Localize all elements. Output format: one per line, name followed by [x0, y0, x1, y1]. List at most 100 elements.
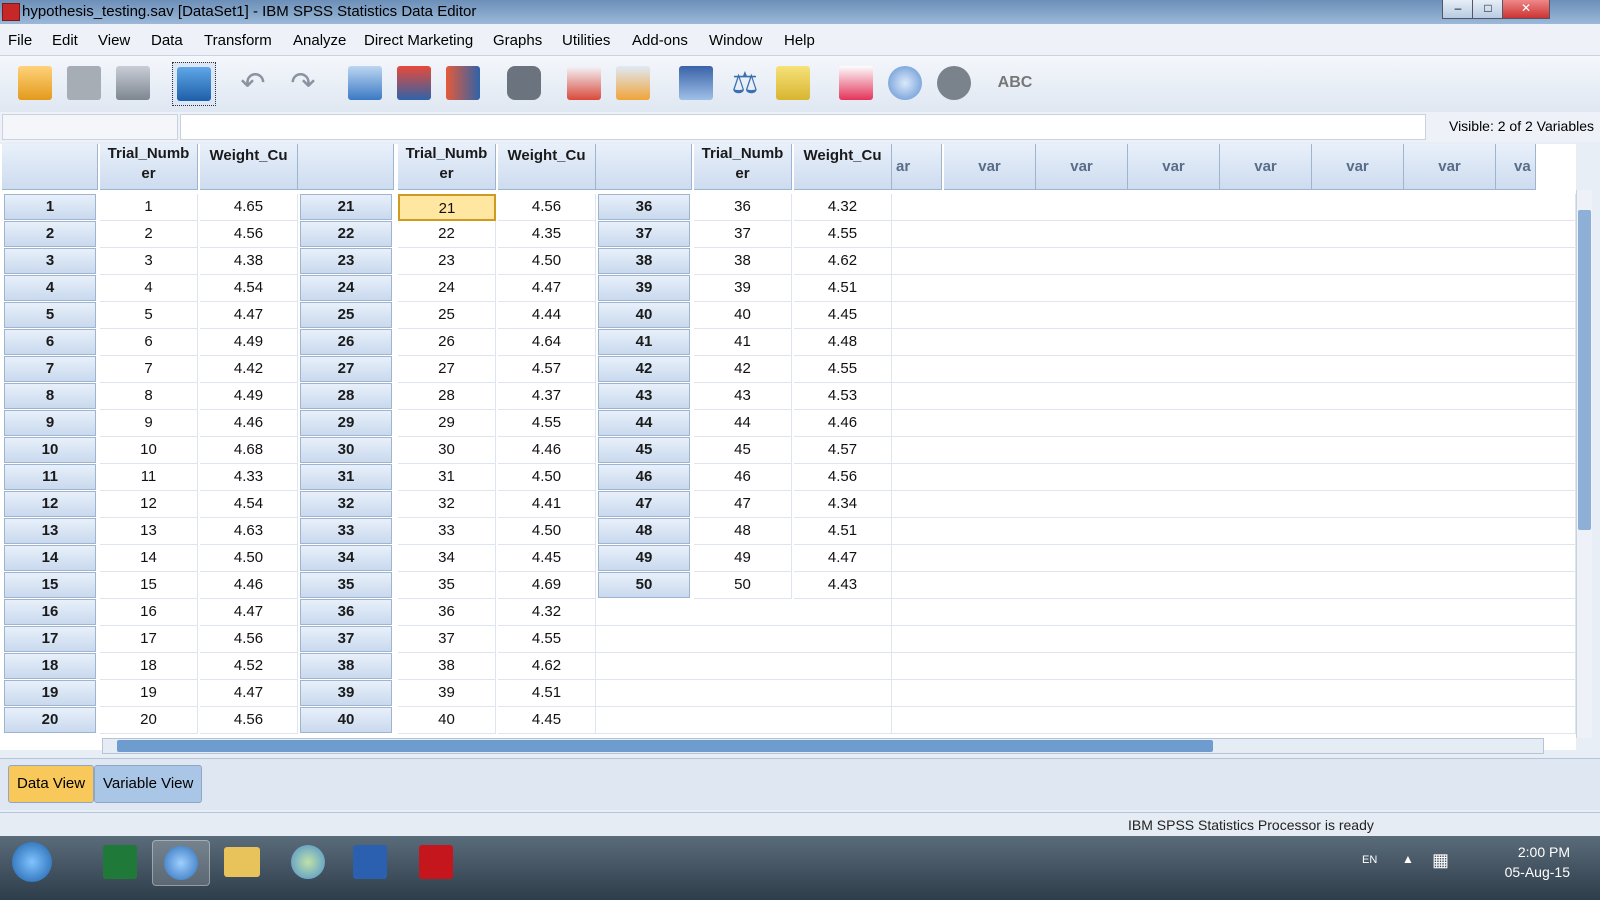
data-cell-trial-number[interactable]: 9: [100, 410, 198, 437]
data-cell-trial-number[interactable]: 7: [100, 356, 198, 383]
language-indicator[interactable]: EN: [1362, 854, 1377, 866]
data-cell-trial-number[interactable]: 15: [100, 572, 198, 599]
data-cell-trial-number[interactable]: 33: [398, 518, 496, 545]
data-cell-trial-number[interactable]: 30: [398, 437, 496, 464]
empty-cell[interactable]: [892, 518, 1576, 545]
row-header[interactable]: 25: [300, 302, 392, 328]
empty-cell[interactable]: [892, 491, 1576, 518]
data-cell-trial-number[interactable]: 44: [694, 410, 792, 437]
row-header[interactable]: 13: [4, 518, 96, 544]
empty-cell[interactable]: [892, 248, 1576, 275]
save-icon[interactable]: [63, 62, 105, 104]
row-header[interactable]: 17: [4, 626, 96, 652]
row-header[interactable]: 5: [4, 302, 96, 328]
data-cell-weight[interactable]: 4.62: [498, 653, 596, 680]
row-header[interactable]: 28: [300, 383, 392, 409]
row-header[interactable]: 18: [4, 653, 96, 679]
row-header[interactable]: 22: [300, 221, 392, 247]
data-cell-trial-number[interactable]: 31: [398, 464, 496, 491]
empty-cell[interactable]: [892, 302, 1576, 329]
column-header-var[interactable]: var: [1036, 144, 1128, 190]
data-cell-weight[interactable]: 4.46: [498, 437, 596, 464]
row-header[interactable]: 3: [4, 248, 96, 274]
network-icon[interactable]: ▦: [1432, 850, 1449, 871]
data-cell-weight[interactable]: 4.64: [498, 329, 596, 356]
row-header[interactable]: 7: [4, 356, 96, 382]
row-header[interactable]: 27: [300, 356, 392, 382]
row-header[interactable]: 11: [4, 464, 96, 490]
menu-file[interactable]: File: [8, 32, 32, 49]
column-header-weight[interactable]: Weight_Cu: [498, 144, 596, 190]
menu-data[interactable]: Data: [151, 32, 183, 49]
spell-check-icon[interactable]: ABC: [994, 62, 1036, 104]
column-header-var[interactable]: var: [1220, 144, 1312, 190]
data-cell-weight[interactable]: 4.32: [794, 194, 892, 221]
column-header-trial-number[interactable]: Trial_Numb er: [694, 144, 792, 190]
data-cell-trial-number[interactable]: 39: [398, 680, 496, 707]
empty-cell[interactable]: [892, 572, 1576, 599]
data-cell-weight[interactable]: 4.57: [794, 437, 892, 464]
empty-cell[interactable]: [892, 653, 1576, 680]
word-icon[interactable]: [342, 840, 398, 884]
empty-cell[interactable]: [596, 653, 892, 680]
row-header[interactable]: 6: [4, 329, 96, 355]
data-cell-weight[interactable]: 4.54: [200, 275, 298, 302]
split-file-icon[interactable]: [675, 62, 717, 104]
row-header[interactable]: 43: [598, 383, 690, 409]
row-header[interactable]: 33: [300, 518, 392, 544]
column-header-var[interactable]: var: [1404, 144, 1496, 190]
data-cell-trial-number[interactable]: 37: [694, 221, 792, 248]
data-cell-weight[interactable]: 4.50: [498, 518, 596, 545]
data-cell-weight[interactable]: 4.50: [498, 248, 596, 275]
data-cell-trial-number[interactable]: 35: [398, 572, 496, 599]
empty-cell[interactable]: [892, 626, 1576, 653]
row-header[interactable]: 15: [4, 572, 96, 598]
data-cell-trial-number[interactable]: 16: [100, 599, 198, 626]
insert-cases-icon[interactable]: [563, 62, 605, 104]
data-cell-trial-number[interactable]: 22: [398, 221, 496, 248]
row-header[interactable]: 40: [300, 707, 392, 733]
data-cell-trial-number[interactable]: 48: [694, 518, 792, 545]
data-cell-weight[interactable]: 4.33: [200, 464, 298, 491]
data-cell-trial-number[interactable]: 50: [694, 572, 792, 599]
data-cell-trial-number[interactable]: 28: [398, 383, 496, 410]
cell-editor-input[interactable]: [180, 114, 1426, 140]
vertical-scroll-thumb[interactable]: [1578, 210, 1591, 530]
data-cell-weight[interactable]: 4.49: [200, 329, 298, 356]
empty-cell[interactable]: [892, 275, 1576, 302]
row-header[interactable]: 1: [4, 194, 96, 220]
empty-cell[interactable]: [892, 221, 1576, 248]
menu-analyze[interactable]: Analyze: [293, 32, 346, 49]
data-cell-weight[interactable]: 4.51: [794, 518, 892, 545]
data-cell-weight[interactable]: 4.47: [200, 680, 298, 707]
data-cell-trial-number[interactable]: 25: [398, 302, 496, 329]
data-cell-trial-number[interactable]: 38: [398, 653, 496, 680]
row-header[interactable]: 14: [4, 545, 96, 571]
horizontal-scrollbar[interactable]: [102, 738, 1544, 754]
data-cell-trial-number[interactable]: 34: [398, 545, 496, 572]
horizontal-scroll-thumb[interactable]: [117, 740, 1213, 752]
column-header-var[interactable]: var: [1128, 144, 1220, 190]
show-all-variables-icon[interactable]: [933, 62, 975, 104]
data-cell-trial-number[interactable]: 11: [100, 464, 198, 491]
data-cell-weight[interactable]: 4.56: [200, 626, 298, 653]
data-cell-weight[interactable]: 4.47: [498, 275, 596, 302]
row-header[interactable]: 2: [4, 221, 96, 247]
data-cell-weight[interactable]: 4.63: [200, 518, 298, 545]
menu-transform[interactable]: Transform: [204, 32, 272, 49]
menu-add-ons[interactable]: Add-ons: [632, 32, 688, 49]
column-header-var[interactable]: var: [944, 144, 1036, 190]
select-cases-icon[interactable]: [772, 62, 814, 104]
empty-cell[interactable]: [892, 329, 1576, 356]
redo-icon[interactable]: ↷: [282, 62, 324, 104]
row-header[interactable]: 16: [4, 599, 96, 625]
row-header[interactable]: 44: [598, 410, 690, 436]
data-cell-weight[interactable]: 4.45: [498, 545, 596, 572]
row-header[interactable]: 48: [598, 518, 690, 544]
data-cell-trial-number[interactable]: 3: [100, 248, 198, 275]
data-cell-weight[interactable]: 4.69: [498, 572, 596, 599]
data-cell-weight[interactable]: 4.34: [794, 491, 892, 518]
data-cell-trial-number[interactable]: 38: [694, 248, 792, 275]
print-icon[interactable]: [112, 62, 154, 104]
data-cell-trial-number[interactable]: 8: [100, 383, 198, 410]
